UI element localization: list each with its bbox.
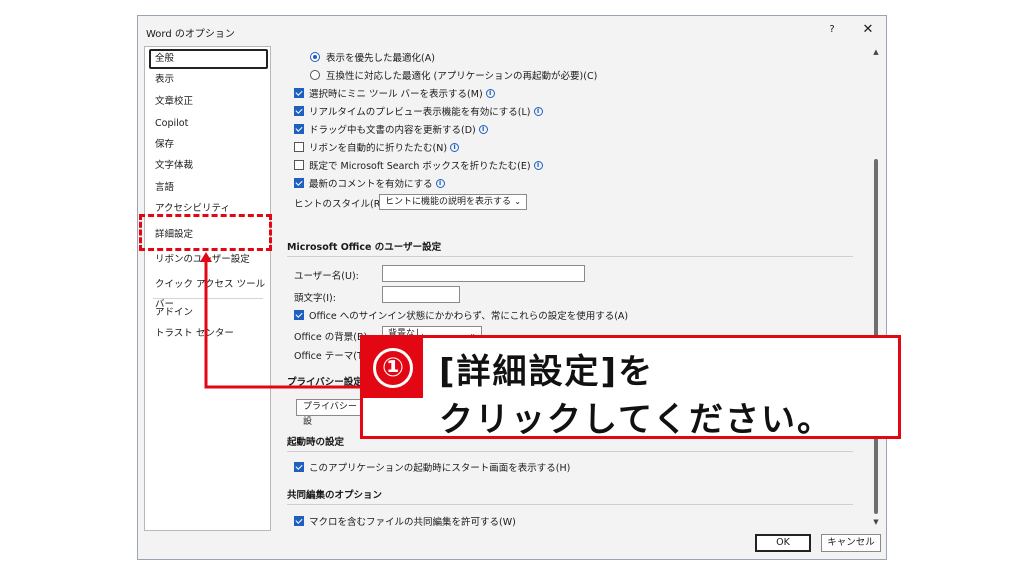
step-number-badge: ① <box>363 338 423 398</box>
callout-text-line1: [詳細設定]を <box>439 352 655 392</box>
connector-arrow <box>200 252 360 389</box>
callout-text-line2: クリックしてください。 <box>439 400 833 440</box>
instruction-callout: ① [詳細設定]を クリックしてください。 <box>360 335 901 440</box>
step-number: ① <box>373 348 413 388</box>
